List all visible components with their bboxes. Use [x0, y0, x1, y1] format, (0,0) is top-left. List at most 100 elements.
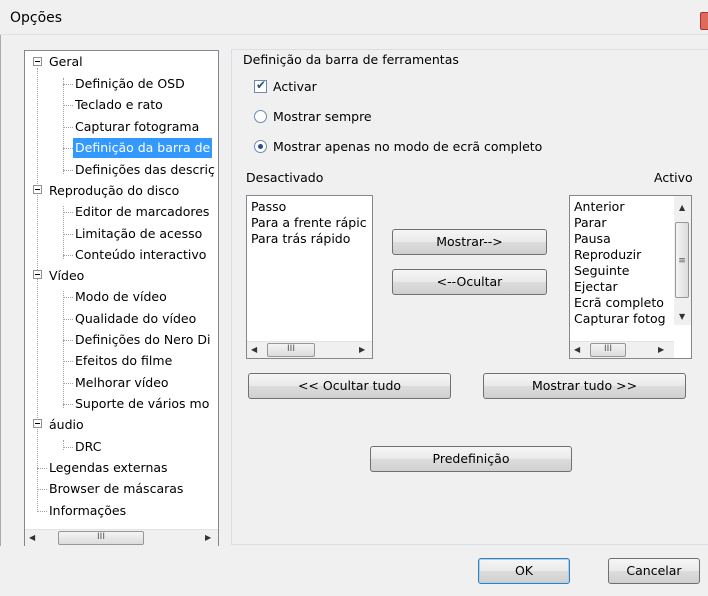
tree-item-audio[interactable]: áudio — [49, 415, 84, 435]
options-tree[interactable]: Geral Definição de OSD Teclado e rato Ca… — [24, 50, 219, 547]
tree-item-interactive-content[interactable]: Conteúdo interactivo — [75, 245, 206, 265]
disabled-list-hscrollbar[interactable]: ◀ III ▶ — [247, 341, 372, 358]
tree-line — [63, 127, 73, 128]
scroll-thumb[interactable]: III — [267, 343, 315, 357]
collapse-icon[interactable] — [33, 185, 42, 194]
list-item[interactable]: Anterior — [574, 199, 624, 215]
active-list-vscrollbar[interactable]: ▲ ≡ ▼ — [674, 196, 691, 325]
disabled-list-title: Desactivado — [246, 170, 324, 185]
tree-line — [63, 212, 73, 213]
active-items-list[interactable]: Anterior Parar Pausa Reproduzir Seguinte… — [569, 195, 692, 359]
tree-line — [63, 340, 73, 341]
show-fullscreen-radio[interactable] — [254, 140, 267, 153]
tree-item-external-subtitles[interactable]: Legendas externas — [49, 458, 168, 478]
activate-checkbox[interactable]: ✔ — [254, 78, 267, 93]
tree-line — [63, 206, 64, 259]
collapse-icon[interactable] — [33, 419, 42, 428]
tree-item-toolbar-settings[interactable]: Definição da barra de — [73, 138, 213, 158]
disabled-items-list[interactable]: Passo Para a frente rápic Para trás rápi… — [246, 195, 373, 359]
list-item[interactable]: Ecrã completo — [574, 295, 664, 311]
scroll-left-icon[interactable]: ◀ — [574, 346, 580, 354]
activate-label[interactable]: Activar — [273, 79, 317, 94]
tree-line — [63, 297, 73, 298]
dialog-button-bar: OK Cancelar — [0, 546, 708, 596]
cancel-button[interactable]: Cancelar — [608, 558, 700, 584]
tree-item-information[interactable]: Informações — [49, 501, 126, 521]
show-always-label[interactable]: Mostrar sempre — [273, 109, 372, 124]
list-item[interactable]: Capturar fotog — [574, 311, 666, 327]
tree-line — [63, 404, 73, 405]
tree-item-video[interactable]: Vídeo — [49, 266, 84, 286]
tree-item-geral[interactable]: Geral — [49, 52, 83, 72]
scroll-thumb[interactable]: ≡ — [675, 222, 689, 298]
tree-item-video-mode[interactable]: Modo de vídeo — [75, 287, 167, 307]
tree-line — [63, 234, 73, 235]
tree-line — [63, 255, 73, 256]
scroll-thumb[interactable]: III — [590, 343, 626, 357]
ok-button[interactable]: OK — [478, 558, 570, 584]
collapse-icon[interactable] — [33, 57, 42, 66]
tree-line — [63, 291, 64, 408]
show-always-radio[interactable] — [254, 110, 267, 123]
show-button[interactable]: Mostrar--> — [392, 229, 547, 255]
tree-item-video-quality[interactable]: Qualidade do vídeo — [75, 309, 196, 329]
hide-all-button[interactable]: << Ocultar tudo — [248, 373, 451, 399]
tree-line — [63, 361, 73, 362]
tree-line — [37, 68, 38, 512]
tree-item-descriptions[interactable]: Definições das descriç — [75, 160, 215, 180]
tree-item-enhance-video[interactable]: Melhorar vídeo — [75, 373, 169, 393]
tree-item-nero-settings[interactable]: Definições do Nero Di — [75, 330, 210, 350]
hide-button[interactable]: <--Ocultar — [392, 269, 547, 295]
title-bar: Opções — [0, 0, 708, 35]
tree-line — [37, 468, 47, 469]
scroll-left-icon[interactable]: ◀ — [29, 534, 35, 542]
active-list-title: Activo — [654, 170, 693, 185]
tree-line — [37, 489, 47, 490]
scroll-thumb[interactable]: III — [58, 531, 144, 545]
scroll-left-icon[interactable]: ◀ — [251, 346, 257, 354]
active-list-hscrollbar[interactable]: ◀ III ▶ — [570, 341, 674, 358]
scroll-right-icon[interactable]: ▶ — [359, 346, 365, 354]
tree-line — [63, 78, 64, 174]
show-all-button[interactable]: Mostrar tudo >> — [483, 373, 686, 399]
checkmark-icon: ✔ — [256, 78, 267, 92]
tree-item-capture-frame[interactable]: Capturar fotograma — [75, 117, 199, 137]
list-item[interactable]: Para trás rápido — [251, 231, 350, 247]
tree-item-bookmark-editor[interactable]: Editor de marcadores — [75, 202, 209, 222]
scroll-up-icon[interactable]: ▲ — [679, 204, 685, 212]
tree-item-osd[interactable]: Definição de OSD — [75, 74, 185, 94]
tree-item-disc-playback[interactable]: Reprodução do disco — [49, 181, 179, 201]
tree-item-skin-browser[interactable]: Browser de máscaras — [49, 479, 183, 499]
scroll-down-icon[interactable]: ▼ — [679, 313, 685, 321]
list-item[interactable]: Passo — [251, 199, 286, 215]
window-frame-edge — [0, 35, 1, 596]
show-fullscreen-label[interactable]: Mostrar apenas no modo de ecrã completo — [273, 139, 542, 154]
tree-horizontal-scrollbar[interactable]: ◀ III ▶ — [25, 529, 218, 546]
tree-line — [63, 447, 73, 448]
tree-item-film-effects[interactable]: Efeitos do filme — [75, 351, 172, 371]
tree-line — [63, 319, 73, 320]
tree-line — [63, 383, 73, 384]
tree-item-access-limit[interactable]: Limitação de acesso — [75, 224, 202, 244]
tree-line — [63, 440, 64, 450]
list-item[interactable]: Seguinte — [574, 263, 629, 279]
options-dialog: Opções Geral Definição de OSD Teclado e … — [0, 0, 708, 596]
group-title: Definição da barra de ferramentas — [241, 52, 461, 67]
default-button[interactable]: Predefinição — [370, 446, 572, 472]
collapse-icon[interactable] — [33, 270, 42, 279]
tree-item-drc[interactable]: DRC — [75, 437, 101, 457]
tree-line — [63, 148, 73, 149]
list-item[interactable]: Pausa — [574, 231, 611, 247]
list-item[interactable]: Parar — [574, 215, 607, 231]
scroll-right-icon[interactable]: ▶ — [205, 534, 211, 542]
scroll-right-icon[interactable]: ▶ — [658, 346, 664, 354]
tree-line — [63, 105, 73, 106]
list-item[interactable]: Para a frente rápic — [251, 215, 367, 231]
tree-item-keyboard-mouse[interactable]: Teclado e rato — [75, 95, 163, 115]
window-title: Opções — [10, 10, 63, 26]
tree-item-multi-monitor[interactable]: Suporte de vários mo — [75, 394, 209, 414]
close-icon[interactable] — [700, 12, 708, 30]
list-item[interactable]: Reproduzir — [574, 247, 641, 263]
radio-selected-dot — [258, 144, 263, 149]
list-item[interactable]: Ejectar — [574, 279, 618, 295]
